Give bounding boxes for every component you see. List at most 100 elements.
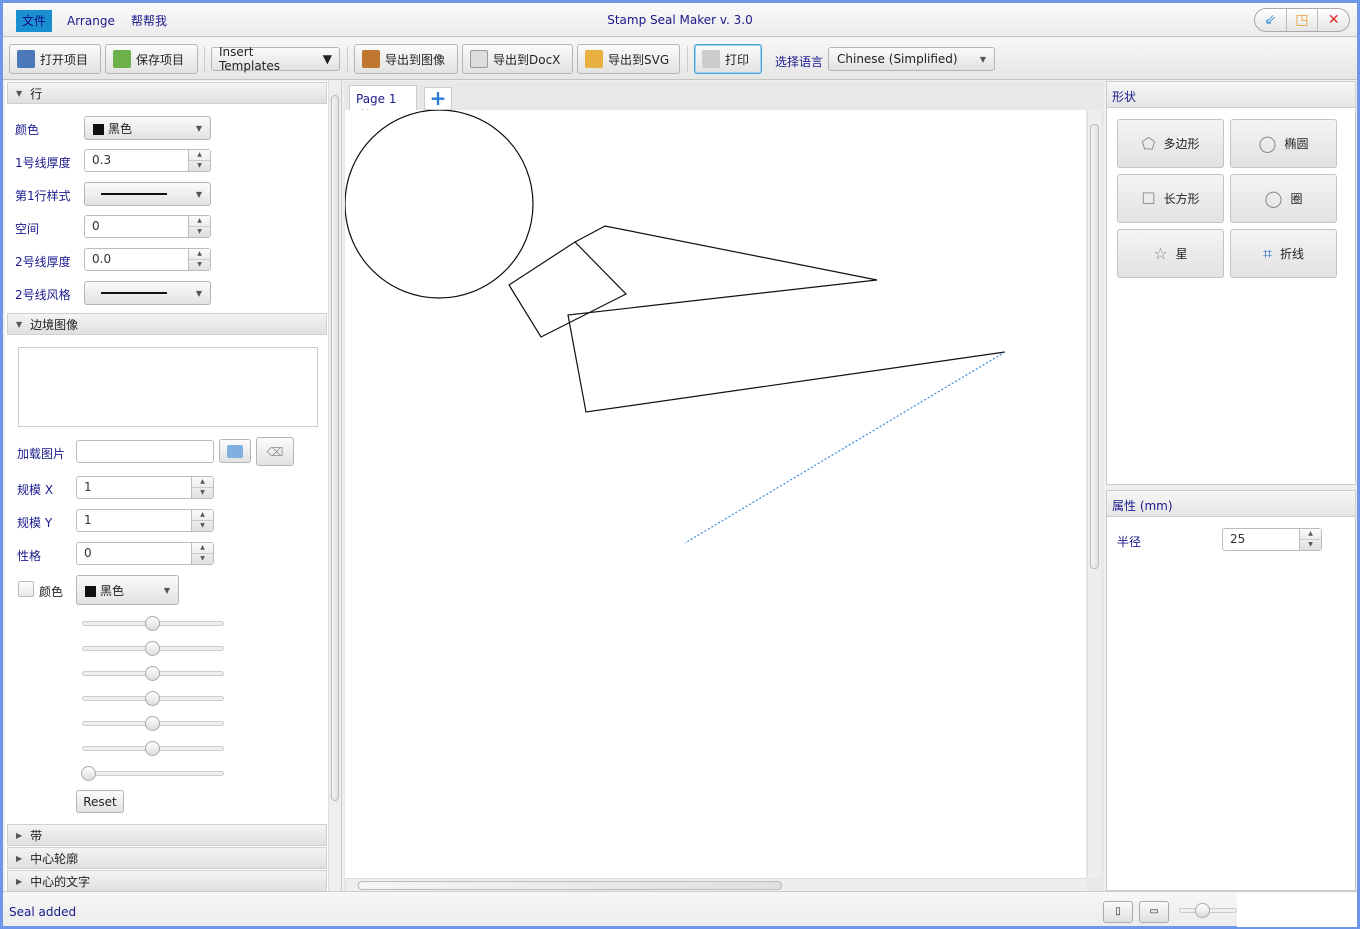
- expanded-icon: ▼: [16, 88, 23, 98]
- slider-knob[interactable]: [145, 691, 160, 706]
- slider-knob[interactable]: [81, 766, 96, 781]
- reset-button[interactable]: Reset: [76, 790, 124, 813]
- down-icon[interactable]: ▼: [192, 554, 213, 564]
- fit-width-button[interactable]: ▭: [1139, 901, 1169, 923]
- slider-knob[interactable]: [145, 616, 160, 631]
- save-project-button[interactable]: 保存项目: [105, 44, 198, 74]
- thickness1-spinner[interactable]: 0.3 ▲ ▼: [84, 149, 211, 172]
- section-title: 中心的文字: [30, 874, 91, 889]
- section-line-header[interactable]: ▼ 行: [7, 82, 327, 104]
- up-icon[interactable]: ▲: [192, 543, 213, 554]
- style1-label: 第1行样式: [15, 189, 71, 203]
- adjust-slider[interactable]: [82, 741, 224, 756]
- canvas-vscroll[interactable]: [1087, 110, 1101, 878]
- adjust-slider[interactable]: [81, 766, 224, 781]
- canvas-hscroll[interactable]: [345, 878, 1087, 891]
- style2-select[interactable]: ▼: [84, 281, 211, 305]
- left-scrollbar[interactable]: [328, 81, 341, 891]
- radius-value[interactable]: 25: [1223, 529, 1299, 550]
- up-icon[interactable]: ▲: [192, 510, 213, 521]
- adjust-slider[interactable]: [82, 666, 224, 681]
- add-tab-button[interactable]: +: [424, 87, 452, 110]
- scroll-thumb[interactable]: [331, 95, 339, 801]
- scale-x-value[interactable]: 1: [77, 477, 191, 498]
- down-icon[interactable]: ▼: [189, 227, 210, 237]
- clear-image-button[interactable]: ⌫: [256, 437, 294, 466]
- export-svg-button[interactable]: 导出到SVG: [577, 44, 680, 74]
- up-icon[interactable]: ▲: [189, 150, 210, 161]
- templates-label: Insert Templates: [219, 45, 281, 73]
- print-button[interactable]: 打印: [694, 44, 762, 74]
- scale-y-value[interactable]: 1: [77, 510, 191, 531]
- shape-button-circle[interactable]: ◯ 圈: [1230, 174, 1337, 223]
- nature-spinner[interactable]: 0 ▲ ▼: [76, 542, 214, 565]
- language-select[interactable]: Chinese (Simplified) ▼: [828, 47, 995, 71]
- spacing-value[interactable]: 0: [85, 216, 188, 237]
- slider-knob[interactable]: [145, 666, 160, 681]
- adjust-slider[interactable]: [82, 641, 224, 656]
- up-icon[interactable]: ▲: [192, 477, 213, 488]
- export-docx-button[interactable]: 导出到DocX: [462, 44, 573, 74]
- insert-templates-button[interactable]: Insert Templates ▼: [211, 45, 340, 73]
- divider: [347, 46, 348, 72]
- down-icon[interactable]: ▼: [189, 161, 210, 171]
- language-value: Chinese (Simplified): [837, 52, 958, 66]
- export-image-button[interactable]: 导出到图像: [354, 44, 458, 74]
- shape-button-star[interactable]: ☆ 星: [1117, 229, 1224, 278]
- radius-spinner[interactable]: 25 ▲ ▼: [1222, 528, 1322, 551]
- expanded-icon: ▼: [16, 319, 23, 329]
- thickness2-value[interactable]: 0.0: [85, 249, 188, 270]
- spacing-spinner[interactable]: 0 ▲ ▼: [84, 215, 211, 238]
- scroll-thumb[interactable]: [1090, 124, 1099, 569]
- section-center-text-header[interactable]: ▶ 中心的文字: [7, 870, 327, 892]
- shape-button-polyline[interactable]: ⌗ 折线: [1230, 229, 1337, 278]
- browse-button[interactable]: [219, 439, 251, 463]
- slider-knob[interactable]: [145, 641, 160, 656]
- line-color-select[interactable]: 黑色 ▼: [84, 116, 211, 140]
- slider-knob[interactable]: [145, 741, 160, 756]
- up-icon[interactable]: ▲: [1300, 529, 1321, 540]
- down-icon[interactable]: ▼: [1300, 540, 1321, 550]
- image-path-value[interactable]: [77, 441, 213, 462]
- down-icon[interactable]: ▼: [192, 521, 213, 531]
- image-path-input[interactable]: [76, 440, 214, 463]
- actual-size-button[interactable]: ▯: [1103, 901, 1133, 923]
- zoom-slider[interactable]: [1179, 903, 1237, 918]
- app-title: Stamp Seal Maker v. 3.0: [607, 13, 753, 27]
- up-icon[interactable]: ▲: [189, 249, 210, 260]
- shape-label: 多边形: [1163, 137, 1200, 151]
- scale-x-spinner[interactable]: 1 ▲ ▼: [76, 476, 214, 499]
- color-checkbox[interactable]: [18, 581, 34, 597]
- image-icon: [362, 50, 380, 68]
- maximize-icon[interactable]: ◳: [1287, 9, 1319, 31]
- style1-select[interactable]: ▼: [84, 182, 211, 206]
- section-border-image-header[interactable]: ▼ 边境图像: [7, 313, 327, 335]
- adjust-slider[interactable]: [82, 691, 224, 706]
- shape-button-rectangle[interactable]: ☐ 长方形: [1117, 174, 1224, 223]
- down-icon[interactable]: ▼: [189, 260, 210, 270]
- tab-page-1[interactable]: Page 1 ✕: [349, 85, 417, 120]
- toolbar: 打开项目 保存项目 Insert Templates ▼ 导出到图像 导出到Doc…: [3, 38, 1357, 80]
- minimize-icon[interactable]: ⇙: [1255, 9, 1287, 31]
- shape-button-ellipse[interactable]: ◯ 椭圆: [1230, 119, 1337, 168]
- adjust-slider[interactable]: [82, 616, 224, 631]
- zoom-slider-knob[interactable]: [1195, 903, 1210, 918]
- thickness1-value[interactable]: 0.3: [85, 150, 188, 171]
- image-color-select[interactable]: 黑色 ▼: [76, 575, 179, 605]
- divider: [687, 46, 688, 72]
- shape-button-pentagon[interactable]: ⬠ 多边形: [1117, 119, 1224, 168]
- dropdown-arrow-icon: ▼: [322, 52, 332, 66]
- adjust-slider[interactable]: [82, 716, 224, 731]
- scroll-thumb[interactable]: [358, 881, 782, 890]
- section-center-outline-header[interactable]: ▶ 中心轮廓: [7, 847, 327, 869]
- down-icon[interactable]: ▼: [192, 488, 213, 498]
- up-icon[interactable]: ▲: [189, 216, 210, 227]
- slider-knob[interactable]: [145, 716, 160, 731]
- section-band-header[interactable]: ▶ 带: [7, 824, 327, 846]
- close-icon[interactable]: ✕: [1318, 9, 1349, 31]
- drawing-canvas[interactable]: [345, 110, 1086, 878]
- open-project-button[interactable]: 打开项目: [9, 44, 101, 74]
- thickness2-spinner[interactable]: 0.0 ▲ ▼: [84, 248, 211, 271]
- nature-value[interactable]: 0: [77, 543, 191, 564]
- scale-y-spinner[interactable]: 1 ▲ ▼: [76, 509, 214, 532]
